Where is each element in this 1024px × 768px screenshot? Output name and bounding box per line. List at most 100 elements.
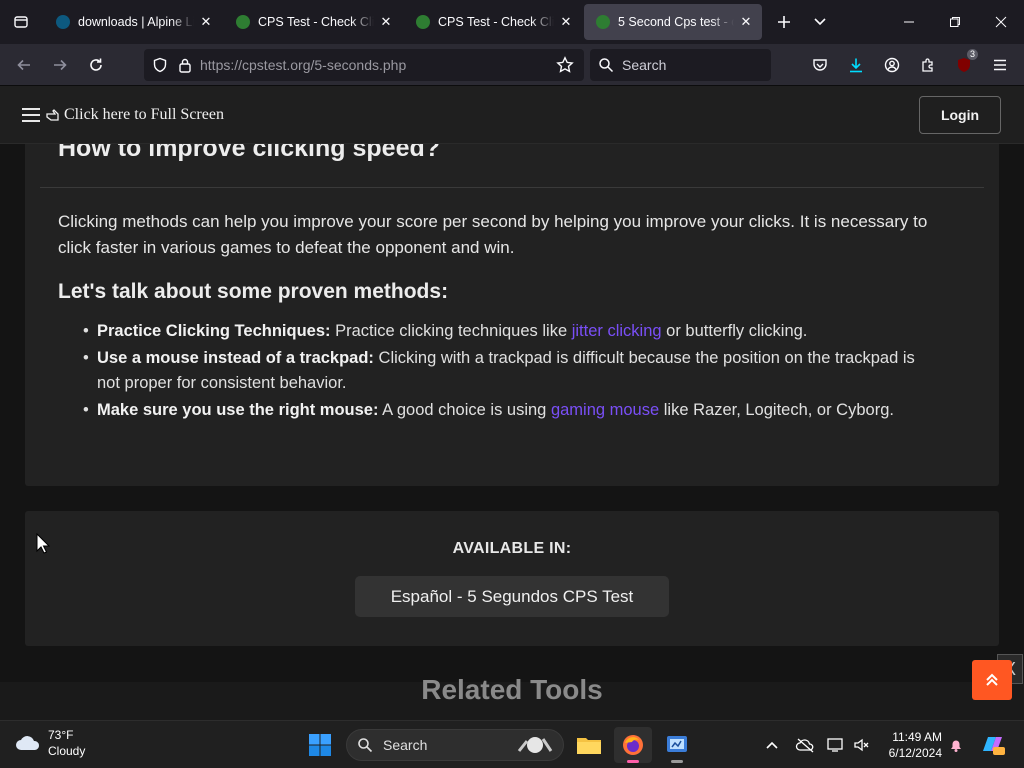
pocket-button[interactable] (802, 49, 838, 81)
control-panel-icon (667, 736, 687, 752)
running-indicator (671, 760, 683, 763)
tab-alpine-downloads[interactable]: downloads | Alpine Linux ✕ (44, 4, 222, 40)
back-button[interactable] (6, 49, 42, 81)
minimize-button[interactable] (886, 0, 932, 44)
scroll-to-top-button[interactable] (972, 660, 1012, 700)
search-icon (358, 738, 373, 753)
jitter-clicking-link[interactable]: jitter clicking (572, 322, 662, 340)
copilot-button[interactable] (978, 733, 1006, 757)
gaming-mouse-link[interactable]: gaming mouse (551, 401, 659, 419)
notifications-button[interactable] (944, 733, 968, 757)
restore-icon (950, 17, 960, 27)
close-icon[interactable]: ✕ (378, 14, 394, 30)
window-controls (886, 0, 1024, 44)
clock-date: 6/12/2024 (888, 746, 942, 760)
reload-button[interactable] (78, 49, 114, 81)
tab-cps-test-1[interactable]: CPS Test - Check Click ✕ (224, 4, 402, 40)
web-page: Click here to Full Screen Login How to i… (0, 86, 1024, 720)
chevron-up-icon (766, 741, 778, 749)
tab-cps-test-2[interactable]: CPS Test - Check Click ✕ (404, 4, 582, 40)
ublock-extension-button[interactable]: 3 (946, 49, 982, 81)
fullscreen-label: Click here to Full Screen (64, 105, 224, 123)
account-button[interactable] (874, 49, 910, 81)
tracking-shield-icon[interactable] (152, 57, 168, 73)
available-in-title: AVAILABLE IN: (452, 540, 572, 557)
double-chevron-up-icon (986, 673, 998, 686)
tray-overflow-button[interactable] (760, 733, 784, 757)
close-icon[interactable]: ✕ (738, 14, 754, 30)
folder-icon (577, 738, 601, 754)
bell-icon (951, 740, 961, 752)
weather-temp: 73°F (48, 728, 74, 742)
divider (40, 187, 984, 188)
search-bar[interactable]: Search (590, 49, 771, 81)
tab-title: downloads | Alpine Linux (78, 15, 194, 29)
firefox-taskbar-button[interactable] (614, 727, 652, 763)
system-clock[interactable]: 11:49 AM 6/12/2024 (876, 729, 942, 761)
downloads-button[interactable] (838, 49, 874, 81)
list-item: Practice Clicking Techniques: Practice c… (83, 319, 937, 344)
weather-widget[interactable]: 73°F Cloudy (14, 727, 85, 759)
mouse-cursor-icon (36, 533, 50, 554)
active-indicator (627, 760, 639, 763)
search-icon (599, 58, 614, 73)
browser-nav-bar: https://cpstest.org/5-seconds.php Search… (0, 44, 1024, 86)
download-icon (850, 58, 862, 73)
list-all-tabs-button[interactable] (0, 0, 42, 44)
taskbar-search[interactable]: Search (346, 729, 564, 761)
cps-favicon-icon (236, 15, 250, 29)
forward-button[interactable] (42, 49, 78, 81)
taskbar-search-label: Search (383, 737, 428, 753)
lock-icon[interactable] (178, 57, 192, 73)
volume-muted-icon (854, 738, 869, 752)
bookmark-star-icon[interactable] (556, 56, 574, 74)
restore-button[interactable] (932, 0, 978, 44)
hamburger-menu-icon (994, 59, 1006, 71)
app-menu-button[interactable] (982, 49, 1018, 81)
alpine-favicon-icon (56, 15, 70, 29)
list-item: Use a mouse instead of a trackpad: Click… (83, 346, 937, 396)
related-tools-heading: Related Tools (421, 674, 603, 705)
weather-desc: Cloudy (48, 744, 86, 758)
login-button[interactable]: Login (919, 96, 1001, 134)
tab-list-icon (14, 16, 28, 28)
tab-title: CPS Test - Check Click (258, 15, 374, 29)
url-bar[interactable]: https://cpstest.org/5-seconds.php (144, 49, 584, 81)
site-menu-icon[interactable] (22, 107, 40, 122)
close-icon[interactable]: ✕ (558, 14, 574, 30)
tab-overflow-button[interactable] (802, 4, 838, 40)
control-panel-button[interactable] (658, 727, 696, 763)
spanish-version-button[interactable]: Español - 5 Segundos CPS Test (355, 576, 669, 617)
onedrive-button[interactable] (793, 733, 817, 757)
file-explorer-button[interactable] (570, 727, 608, 763)
chevron-down-icon (814, 18, 826, 26)
url-text[interactable]: https://cpstest.org/5-seconds.php (200, 57, 406, 73)
tips-card: How to improve clicking speed? Clicking … (25, 114, 999, 486)
cps-favicon-icon (596, 15, 610, 29)
tab-5-second-cps[interactable]: 5 Second Cps test - cps ✕ (584, 4, 762, 40)
volume-button[interactable] (850, 733, 874, 757)
minimize-icon (904, 21, 914, 23)
methods-heading: Let's talk about some proven methods: (58, 280, 449, 303)
tab-title: 5 Second Cps test - cps (618, 15, 734, 29)
site-header: Click here to Full Screen Login (0, 86, 1024, 144)
browser-tab-strip: downloads | Alpine Linux ✕ CPS Test - Ch… (0, 0, 1024, 44)
windows-start-icon[interactable] (308, 733, 332, 757)
windows-taskbar: 73°F Cloudy Search 11:49 AM 6/12/2024 (0, 720, 1024, 768)
plus-icon (778, 16, 790, 28)
close-icon[interactable]: ✕ (198, 14, 214, 30)
display-button[interactable] (824, 733, 848, 757)
fullscreen-link[interactable]: Click here to Full Screen (46, 106, 224, 124)
arrow-right-icon (54, 59, 67, 70)
puzzle-icon (922, 58, 933, 72)
new-tab-button[interactable] (766, 4, 802, 40)
list-item: Make sure you use the right mouse: A goo… (83, 398, 937, 423)
methods-list: Practice Clicking Techniques: Practice c… (83, 319, 937, 425)
available-in-card: AVAILABLE IN: Español - 5 Segundos CPS T… (25, 511, 999, 646)
cloud-icon (16, 736, 40, 750)
extensions-button[interactable] (910, 49, 946, 81)
firefox-icon (623, 735, 643, 755)
account-icon (884, 57, 900, 73)
close-window-button[interactable] (978, 0, 1024, 44)
toolbar-right: 3 (802, 49, 1018, 81)
